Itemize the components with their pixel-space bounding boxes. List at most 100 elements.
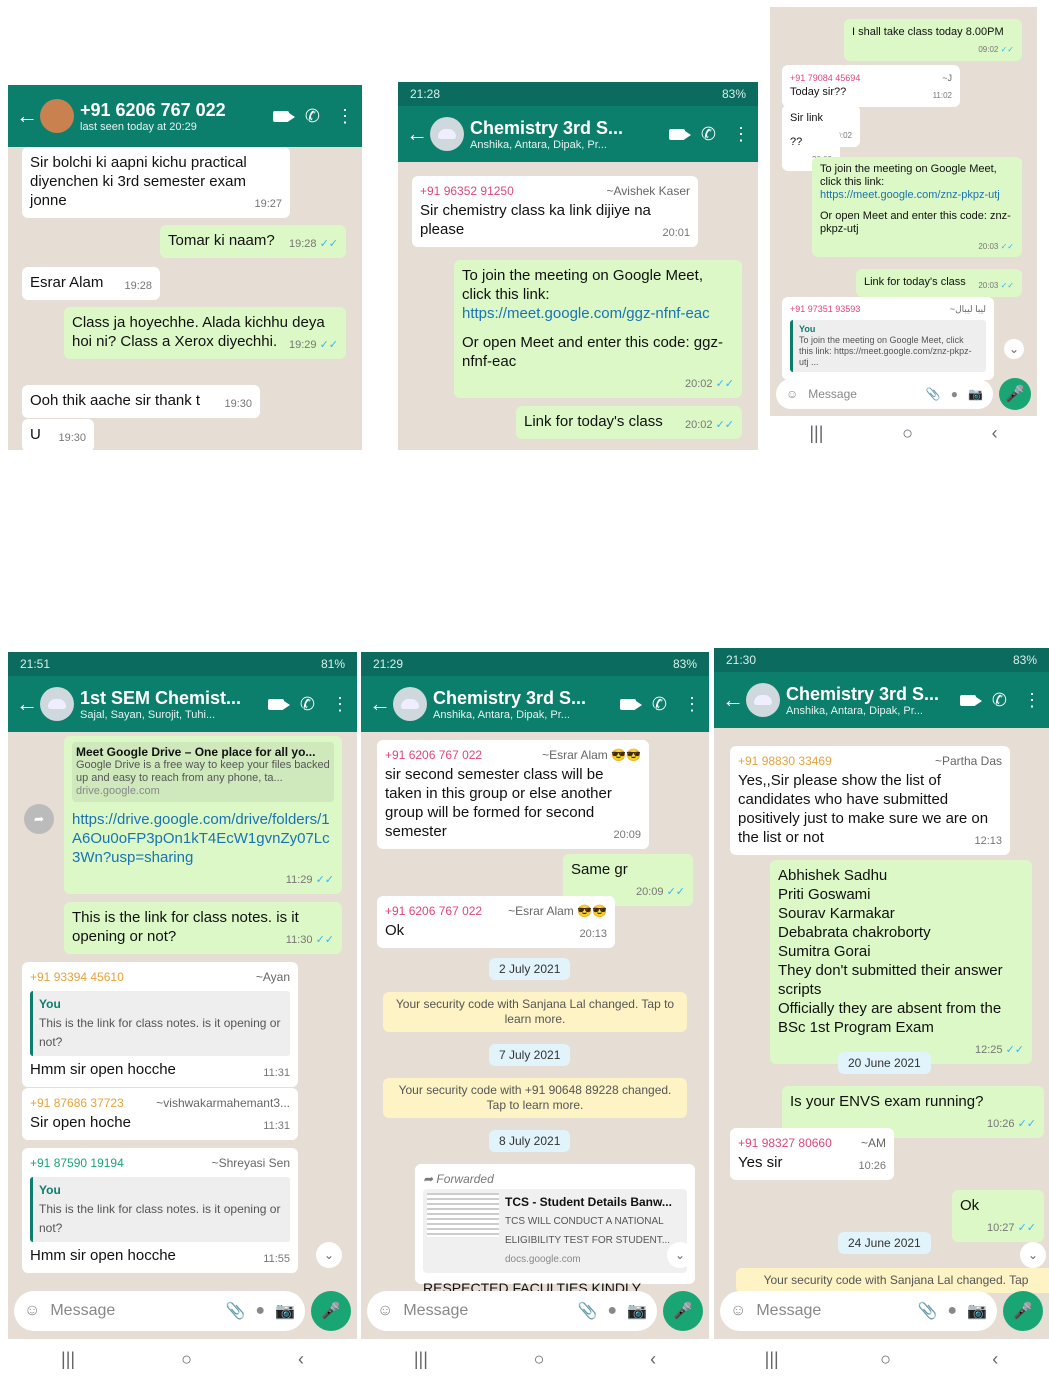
back-nav-icon[interactable]: ‹	[298, 1349, 304, 1370]
message-in[interactable]: +91 96352 91250 ~Avishek Kaser Sir chemis…	[412, 176, 698, 247]
phone-icon[interactable]: ✆	[701, 124, 716, 145]
back-arrow-icon[interactable]: ←	[369, 691, 391, 717]
message-in[interactable]: +91 6206 767 022 ~Esrar Alam 😎😎 sir secon…	[377, 740, 649, 849]
back-arrow-icon[interactable]: ←	[406, 121, 428, 147]
camera-icon[interactable]: 📷	[627, 1301, 647, 1321]
message-out[interactable]: Class ja hoyechhe. Alada kichhu deya hoi…	[64, 307, 346, 359]
message-out[interactable]: Meet Google Drive – One place for all yo…	[64, 736, 342, 894]
message-in[interactable]: +91 98830 33469 ~Partha Das Yes,,Sir plea…	[730, 746, 1010, 855]
video-call-icon[interactable]	[267, 698, 290, 710]
chat-header-text[interactable]: +91 6206 767 022 last seen today at 20:2…	[80, 100, 267, 133]
camera-icon[interactable]: 📷	[968, 387, 983, 401]
message-in[interactable]: Sir bolchi ki aapni kichu practical diye…	[22, 147, 290, 218]
chat-header-text[interactable]: Chemistry 3rd S... Anshika, Antara, Dipa…	[470, 118, 663, 151]
message-out[interactable]: Ok 10:27 ✓✓	[952, 1190, 1044, 1242]
phone-icon[interactable]: ✆	[305, 106, 320, 127]
back-nav-icon[interactable]: ‹	[650, 1349, 656, 1370]
message-out[interactable]: To join the meeting on Google Meet, clic…	[812, 157, 1022, 257]
message-out[interactable]: I shall take class today 8.00PM 09:02 ✓✓	[844, 19, 1022, 61]
recent-apps-icon[interactable]: |||	[765, 1349, 779, 1370]
message-in[interactable]: +91 6206 767 022 ~Esrar Alam 😎😎 Ok 20:13	[377, 896, 615, 948]
chat-header-text[interactable]: Chemistry 3rd S... Anshika, Antara, Dipa…	[433, 688, 614, 721]
mic-icon[interactable]: 🎤	[311, 1291, 351, 1331]
video-call-icon[interactable]	[668, 128, 691, 140]
video-call-icon[interactable]	[272, 110, 295, 122]
message-input[interactable]: Message	[50, 1302, 215, 1320]
document-preview[interactable]: TCS - Student Details Banw... TCS WILL C…	[423, 1189, 687, 1273]
mic-icon[interactable]: 🎤	[1003, 1291, 1043, 1331]
home-icon[interactable]: ○	[181, 1349, 192, 1370]
home-icon[interactable]: ○	[880, 1349, 891, 1370]
message-in[interactable]: U 19:30	[22, 419, 94, 450]
home-icon[interactable]: ○	[534, 1349, 545, 1370]
security-notice[interactable]: Your security code with Sanjana Lal chan…	[383, 992, 687, 1032]
drive-link[interactable]: https://drive.google.com/drive/folders/1…	[72, 810, 334, 867]
message-in[interactable]: +91 87590 19194 ~Shreyasi Sen You This is …	[22, 1148, 298, 1273]
recent-apps-icon[interactable]: |||	[414, 1349, 428, 1370]
payment-icon[interactable]: ●	[947, 1302, 957, 1320]
payment-icon[interactable]: ●	[255, 1302, 265, 1320]
forward-icon[interactable]: ➦	[24, 804, 54, 834]
emoji-icon[interactable]: ☺	[786, 387, 798, 401]
group-avatar[interactable]	[746, 683, 780, 717]
camera-icon[interactable]: 📷	[275, 1301, 295, 1321]
video-call-icon[interactable]	[959, 694, 982, 706]
message-out[interactable]: Tomar ki naam? 19:28 ✓✓	[160, 225, 346, 258]
recent-apps-icon[interactable]: |||	[61, 1349, 75, 1370]
back-arrow-icon[interactable]: ←	[16, 103, 38, 129]
payment-icon[interactable]: ●	[951, 387, 958, 401]
quoted-message[interactable]: You This is the link for class notes. is …	[30, 1177, 290, 1242]
phone-icon[interactable]: ✆	[992, 690, 1007, 711]
back-arrow-icon[interactable]: ←	[16, 691, 38, 717]
group-avatar[interactable]	[393, 687, 427, 721]
message-out[interactable]: To join the meeting on Google Meet, clic…	[454, 260, 742, 398]
mic-icon[interactable]: 🎤	[663, 1291, 703, 1331]
recent-apps-icon[interactable]: |||	[809, 423, 823, 444]
phone-icon[interactable]: ✆	[652, 694, 667, 715]
more-options-icon[interactable]: ⋮	[683, 694, 701, 715]
security-notice[interactable]: Your security code with +91 90648 89228 …	[383, 1078, 687, 1118]
chat-header-text[interactable]: 1st SEM Chemist... Sajal, Sayan, Surojit…	[80, 688, 262, 721]
emoji-icon[interactable]: ☺	[377, 1302, 393, 1320]
camera-icon[interactable]: 📷	[967, 1301, 987, 1321]
mic-icon[interactable]: 🎤	[999, 378, 1031, 410]
attach-icon[interactable]: 📎	[225, 1301, 245, 1321]
home-icon[interactable]: ○	[902, 423, 913, 444]
message-in[interactable]: +91 79084 45694 ~J Today sir?? 11:02	[782, 65, 960, 107]
group-avatar[interactable]	[40, 687, 74, 721]
scroll-down-icon[interactable]: ⌄	[1004, 339, 1024, 359]
meet-link[interactable]: https://meet.google.com/znz-pkpz-utj	[820, 189, 1014, 202]
meet-link[interactable]: https://meet.google.com/ggz-nfnf-eac	[462, 304, 734, 323]
message-input[interactable]: Message	[808, 387, 916, 401]
more-options-icon[interactable]: ⋮	[1023, 690, 1041, 711]
emoji-icon[interactable]: ☺	[730, 1302, 746, 1320]
message-in[interactable]: +91 97351 93593 ~ليبا ليبال You To join th…	[782, 297, 994, 380]
attach-icon[interactable]: 📎	[917, 1301, 937, 1321]
message-in[interactable]: Ooh thik aache sir thank t 19:30	[22, 385, 260, 418]
scroll-down-icon[interactable]: ⌄	[1020, 1242, 1046, 1268]
avatar[interactable]	[40, 99, 74, 133]
phone-icon[interactable]: ✆	[300, 694, 315, 715]
quoted-message[interactable]: You To join the meeting on Google Meet, c…	[790, 320, 986, 372]
group-avatar[interactable]	[430, 117, 464, 151]
message-out[interactable]: Link for today's class 20:03 ✓✓	[856, 269, 1022, 297]
link-preview[interactable]: Meet Google Drive – One place for all yo…	[72, 742, 334, 802]
message-out[interactable]: Abhishek Sadhu Priti Goswami Sourav Karm…	[770, 860, 1032, 1064]
chat-header-text[interactable]: Chemistry 3rd S... Anshika, Antara, Dipa…	[786, 684, 954, 717]
more-options-icon[interactable]: ⋮	[331, 694, 349, 715]
attach-icon[interactable]: 📎	[577, 1301, 597, 1321]
message-out[interactable]: This is the link for class notes. is it …	[64, 902, 342, 954]
message-in[interactable]: ➦ Forwarded TCS - Student Details Banw..…	[415, 1164, 695, 1296]
message-in[interactable]: +91 98327 80660 ~AM Yes sir 10:26	[730, 1128, 894, 1180]
back-nav-icon[interactable]: ‹	[992, 423, 998, 444]
back-arrow-icon[interactable]: ←	[722, 687, 744, 713]
scroll-down-icon[interactable]: ⌄	[316, 1242, 342, 1268]
message-in[interactable]: +91 93394 45610 ~Ayan You This is the link…	[22, 962, 298, 1087]
attach-icon[interactable]: 📎	[926, 387, 941, 401]
video-call-icon[interactable]	[619, 698, 642, 710]
message-in[interactable]: Esrar Alam 19:28	[22, 267, 160, 300]
emoji-icon[interactable]: ☺	[24, 1302, 40, 1320]
payment-icon[interactable]: ●	[607, 1302, 617, 1320]
back-nav-icon[interactable]: ‹	[992, 1349, 998, 1370]
more-options-icon[interactable]: ⋮	[336, 106, 354, 127]
